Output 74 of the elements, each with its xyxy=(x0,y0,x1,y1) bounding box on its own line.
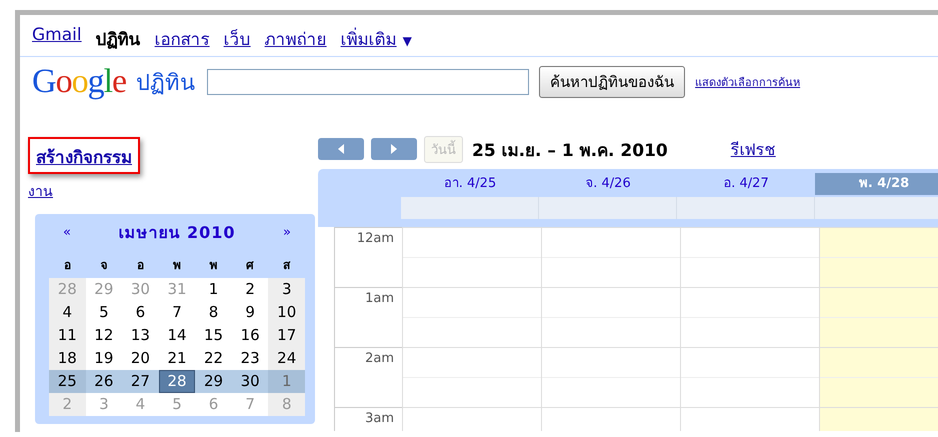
all-day-cell[interactable] xyxy=(677,197,815,219)
day-cell[interactable]: 30 xyxy=(232,370,268,393)
day-cell[interactable]: 28 xyxy=(158,370,196,393)
hour-label: 12am xyxy=(356,231,394,246)
day-cell[interactable]: 25 xyxy=(49,370,86,393)
previous-button[interactable] xyxy=(318,138,364,160)
weekday-label: อ xyxy=(136,257,145,274)
nav-link[interactable]: ภาพถ่าย xyxy=(264,25,327,52)
hour-label: 2am xyxy=(365,351,394,366)
day-cell[interactable]: 15 xyxy=(195,324,232,347)
week-row[interactable]: 25 26 27 28 29 30 1 xyxy=(49,370,305,393)
weekday-label: พ xyxy=(208,257,219,274)
day-cell[interactable]: 26 xyxy=(86,370,122,393)
date-range: 25 เม.ย. – 1 พ.ค. 2010 xyxy=(472,140,668,162)
weekday-label: พ xyxy=(172,257,182,274)
day-cell[interactable]: 21 xyxy=(158,347,196,370)
nav-link[interactable]: เพิ่มเติม ▼ xyxy=(340,25,412,52)
search-field[interactable] xyxy=(207,69,530,95)
day-cell[interactable]: 18 xyxy=(49,347,86,370)
week-row[interactable]: 18 19 20 21 22 23 24 xyxy=(49,347,305,370)
week-row[interactable]: 4 5 6 7 8 9 10 xyxy=(49,301,305,324)
day-cell[interactable]: 10 xyxy=(268,301,305,324)
all-day-cell[interactable] xyxy=(401,197,539,219)
day-cell[interactable]: 3 xyxy=(268,278,305,301)
day-cell[interactable]: 11 xyxy=(49,324,86,347)
day-cell[interactable]: 16 xyxy=(232,324,268,347)
caret-icon: ▼ xyxy=(402,34,412,48)
day-cell[interactable]: 7 xyxy=(158,301,196,324)
day-cell[interactable]: 5 xyxy=(86,301,122,324)
weekday-label: อ xyxy=(62,257,72,274)
day-cell[interactable]: 12 xyxy=(86,324,122,347)
weekday-label: ศ xyxy=(245,257,256,274)
day-cell[interactable]: 24 xyxy=(268,347,305,370)
nav-link[interactable]: Gmail xyxy=(32,25,82,52)
tasks-link[interactable]: งาน xyxy=(28,180,53,202)
refresh-link[interactable]: รีเฟรช xyxy=(730,136,776,162)
day-cell[interactable]: 4 xyxy=(49,301,86,324)
weekday-label: จ xyxy=(99,257,108,274)
all-day-cell[interactable] xyxy=(815,197,938,219)
nav-link[interactable]: ปฏิทิน xyxy=(96,25,141,52)
day-cell[interactable]: 1 xyxy=(195,278,232,301)
day-cell[interactable]: 2 xyxy=(232,278,268,301)
month-title: เมษายน 2010 xyxy=(118,222,236,244)
day-header[interactable]: อ. 4/27 xyxy=(677,173,815,195)
week-row[interactable]: 28 29 30 31 1 2 3 xyxy=(49,278,305,301)
day-cell[interactable]: 14 xyxy=(158,324,196,347)
day-cell[interactable]: 9 xyxy=(232,301,268,324)
day-cell[interactable]: 19 xyxy=(86,347,122,370)
day-header[interactable]: อา. 4/25 xyxy=(401,173,539,195)
day-cell[interactable]: 23 xyxy=(232,347,268,370)
hour-label: 1am xyxy=(365,291,394,306)
logo: Google xyxy=(32,63,126,101)
nav-link[interactable]: เว็บ xyxy=(224,25,251,52)
next-button[interactable] xyxy=(371,138,417,160)
week-row[interactable]: 11 12 13 14 15 16 17 xyxy=(49,324,305,347)
day-cell[interactable]: 13 xyxy=(122,324,159,347)
day-cell[interactable]: 27 xyxy=(122,370,159,393)
next-month-button[interactable]: » xyxy=(283,225,291,240)
product-name: ปฏิทิน xyxy=(136,70,196,98)
day-cell[interactable]: 22 xyxy=(195,347,232,370)
create-event-link[interactable]: สร้างกิจกรรม xyxy=(28,137,140,174)
day-header[interactable]: จ. 4/26 xyxy=(539,173,677,195)
hour-label: 3am xyxy=(365,411,394,426)
weekday-label: ส xyxy=(282,257,292,274)
day-cell[interactable]: 29 xyxy=(195,370,232,393)
day-cell[interactable]: 6 xyxy=(122,301,159,324)
nav-link[interactable]: เอกสาร xyxy=(154,25,210,52)
all-day-cell[interactable] xyxy=(539,197,677,219)
search-options-link[interactable]: แสดงตัวเลือกการค้นห xyxy=(695,73,800,91)
day-cell[interactable]: 20 xyxy=(122,347,159,370)
search-button[interactable]: ค้นหาปฏิทินของฉัน xyxy=(539,66,686,98)
day-cell[interactable]: 8 xyxy=(195,301,232,324)
previous-month-button[interactable]: « xyxy=(63,225,71,240)
day-cell[interactable]: 17 xyxy=(268,324,305,347)
